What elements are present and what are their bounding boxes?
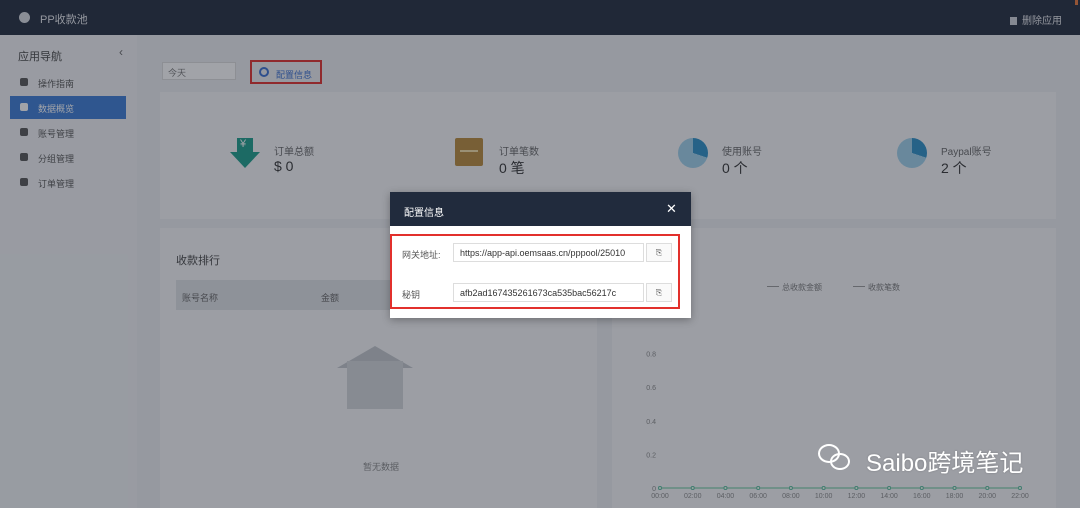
- wechat-icon: [818, 444, 850, 470]
- secret-key-field[interactable]: afb2ad167435261673ca535bac56217c: [453, 283, 644, 302]
- close-icon[interactable]: ✕: [666, 201, 677, 217]
- config-modal: 配置信息 ✕ 网关地址: https://app-api.oemsaas.cn/…: [390, 192, 691, 318]
- gateway-label: 网关地址:: [402, 250, 441, 260]
- watermark-text: Saibo跨境笔记: [866, 450, 1024, 477]
- modal-title: 配置信息: [404, 208, 444, 219]
- gateway-url-field[interactable]: https://app-api.oemsaas.cn/pppool/25010: [453, 243, 644, 262]
- secret-label: 秘钥: [402, 290, 421, 300]
- copy-secret-button[interactable]: ⎘: [646, 283, 672, 302]
- copy-gateway-button[interactable]: ⎘: [646, 243, 672, 262]
